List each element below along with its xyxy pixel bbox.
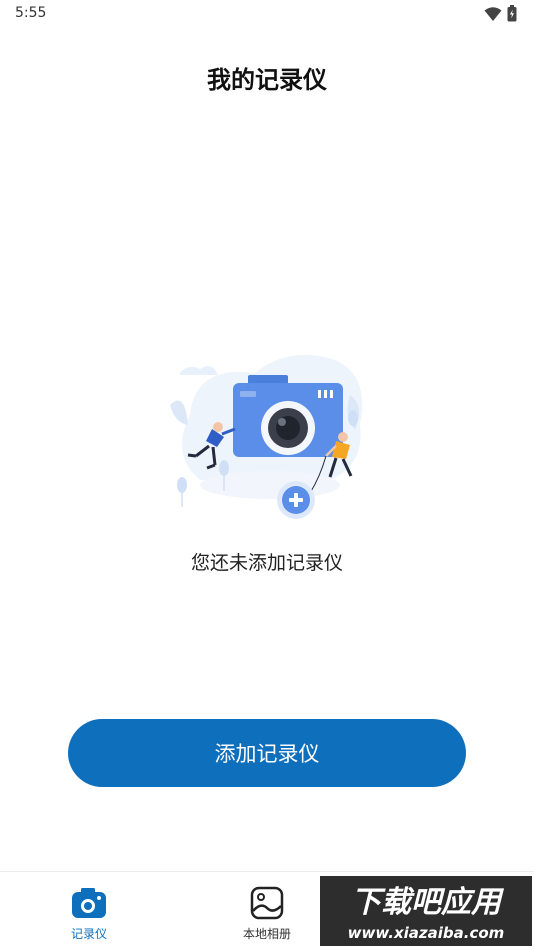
nav-label-recorder: 记录仪 xyxy=(70,927,107,941)
watermark-title: 下载吧应用 xyxy=(351,885,505,920)
empty-state-message: 您还未添加记录仪 xyxy=(190,552,343,574)
nav-item-recorder[interactable]: 记录仪 xyxy=(29,872,149,951)
nav-label-album: 本地相册 xyxy=(242,927,291,941)
album-icon xyxy=(250,886,284,920)
status-time: 5:55 xyxy=(15,5,47,21)
camera-illustration xyxy=(170,354,363,519)
watermark: 下载吧应用 www.xiazaiba.com xyxy=(320,876,532,946)
page-title: 我的记录仪 xyxy=(207,66,327,94)
camera-icon xyxy=(72,888,106,918)
watermark-url: www.xiazaiba.com xyxy=(348,924,505,942)
watermark-logo: 下载吧应用 www.xiazaiba.com xyxy=(348,885,505,942)
status-bar: 5:55 xyxy=(0,0,534,28)
nav-item-album[interactable]: 本地相册 xyxy=(207,872,327,951)
add-recorder-button[interactable]: 添加记录仪 xyxy=(68,719,466,787)
battery-icon xyxy=(507,5,517,22)
wifi-icon xyxy=(484,7,502,21)
